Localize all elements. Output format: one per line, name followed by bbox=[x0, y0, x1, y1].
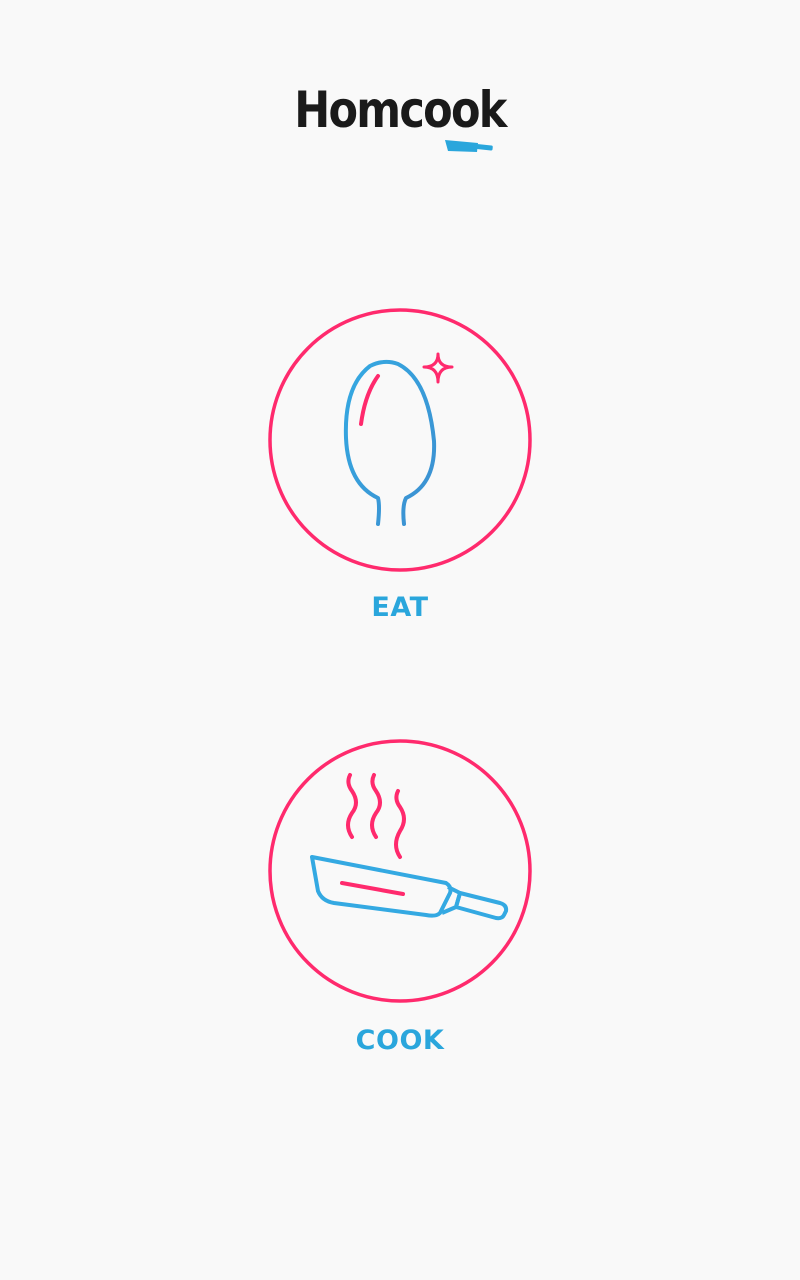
eat-circle-icon bbox=[268, 308, 532, 572]
logo-text: Homcook bbox=[294, 81, 507, 139]
cook-circle-icon bbox=[268, 739, 532, 1003]
spoon-icon bbox=[343, 352, 454, 526]
frying-pan-icon bbox=[310, 773, 509, 921]
logo-pan-icon bbox=[445, 140, 493, 152]
cook-label[interactable]: COOK bbox=[0, 1025, 800, 1056]
cook-option[interactable]: COOK bbox=[0, 737, 800, 1056]
eat-option[interactable]: EAT bbox=[0, 306, 800, 623]
eat-label[interactable]: EAT bbox=[0, 592, 800, 623]
app-logo: Homcook bbox=[0, 78, 800, 168]
